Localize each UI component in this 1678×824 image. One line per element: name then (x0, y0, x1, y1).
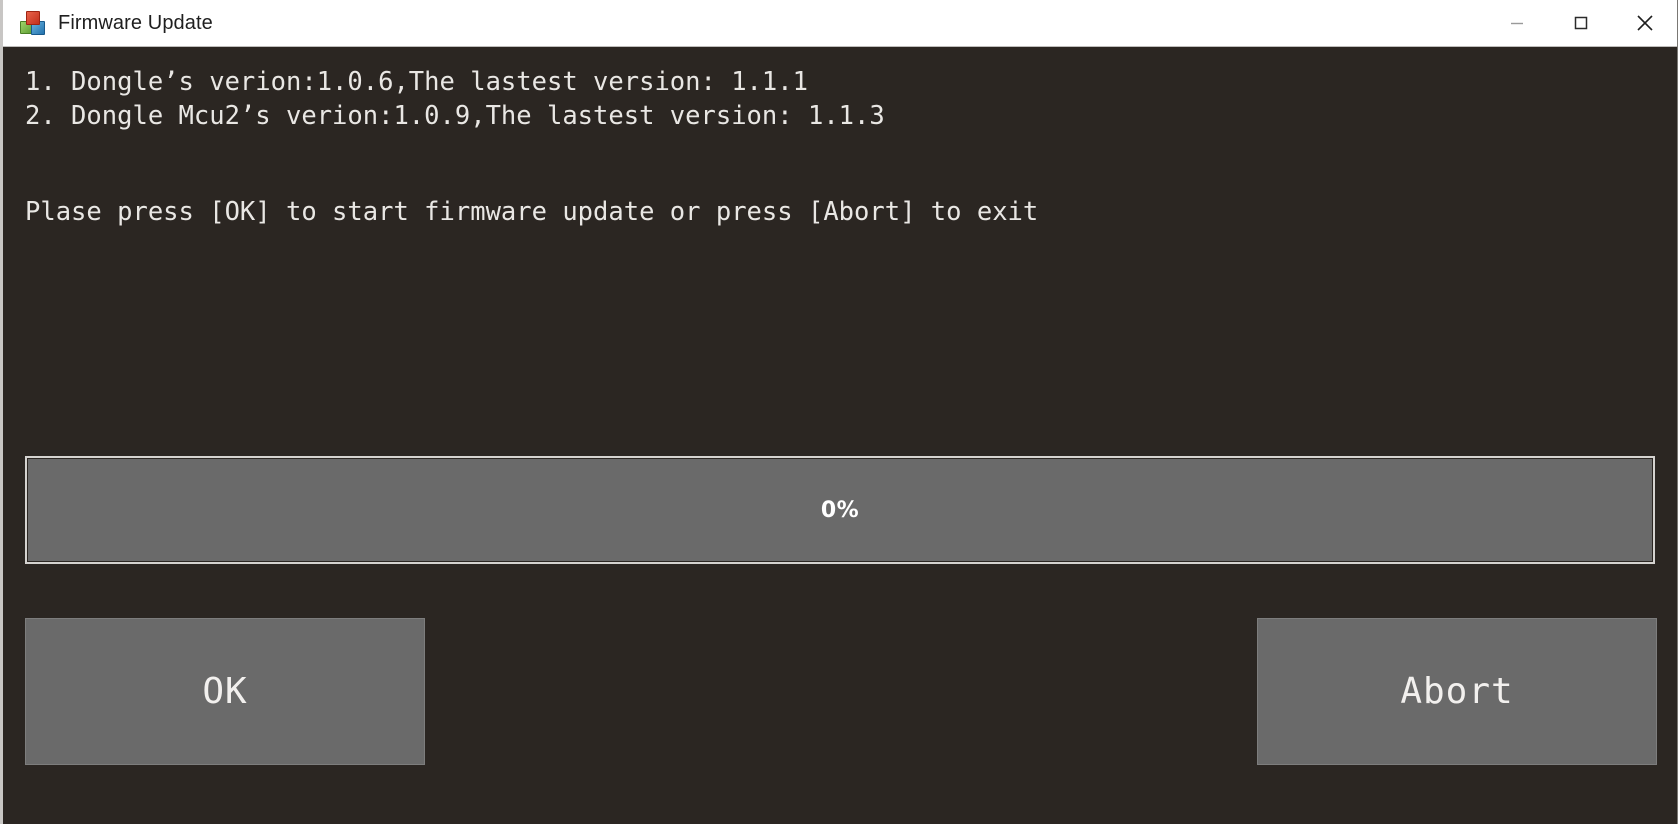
log-spacer (25, 133, 1657, 195)
log-line: 2. Dongle Mcu2’s verion:1.0.9,The lastes… (25, 101, 885, 131)
window-controls (1485, 0, 1677, 46)
ok-button-label: OK (202, 671, 248, 712)
window-title: Firmware Update (58, 11, 213, 34)
dialog-content: 1. Dongle’s verion:1.0.6,The lastest ver… (3, 47, 1677, 824)
minimize-icon (1506, 12, 1528, 34)
abort-button-label: Abort (1400, 671, 1514, 712)
app-cubes-icon (20, 10, 46, 36)
ok-button[interactable]: OK (25, 618, 425, 765)
log-line: 1. Dongle’s verion:1.0.6,The lastest ver… (25, 67, 808, 97)
title-bar-left: Firmware Update (3, 10, 1485, 36)
close-button[interactable] (1613, 0, 1677, 46)
progress-percent-label: 0% (820, 497, 860, 523)
maximize-icon (1570, 12, 1592, 34)
progress-track: 0% (28, 459, 1652, 561)
status-log: 1. Dongle’s verion:1.0.6,The lastest ver… (25, 65, 1657, 229)
progress-bar: 0% (25, 456, 1655, 564)
title-bar: Firmware Update (3, 0, 1677, 47)
firmware-update-window: Firmware Update 1. Dongle’s verion:1.0.6… (0, 0, 1678, 824)
instruction-text: Plase press [OK] to start firmware updat… (25, 197, 1039, 227)
abort-button[interactable]: Abort (1257, 618, 1657, 765)
cube-red-shape (26, 11, 40, 25)
maximize-button[interactable] (1549, 0, 1613, 46)
minimize-button[interactable] (1485, 0, 1549, 46)
close-icon (1633, 11, 1657, 35)
